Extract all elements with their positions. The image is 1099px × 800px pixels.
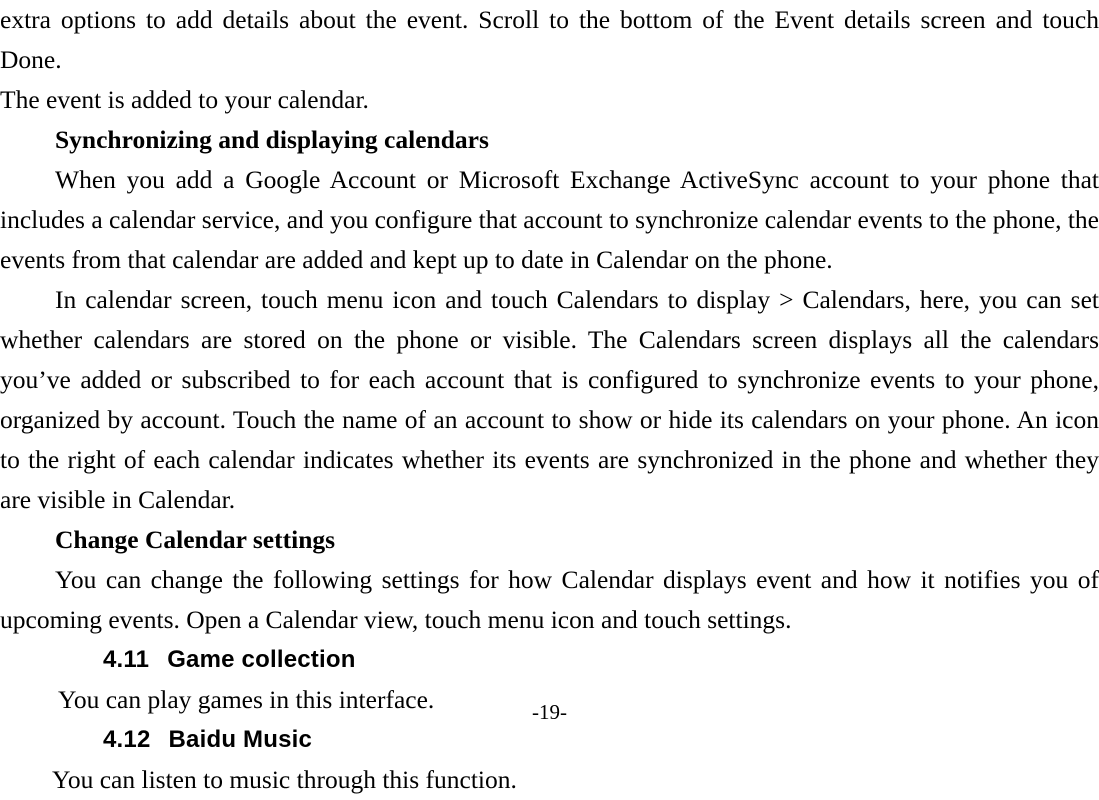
- section-heading-4-11: 4.11 Game collection: [0, 640, 1099, 680]
- section-title-game-collection: Game collection: [167, 646, 356, 673]
- paragraph-sync-accounts: When you add a Google Account or Microso…: [0, 165, 1099, 274]
- section-number-4-12: 4.12: [103, 726, 151, 753]
- section-heading-4-12: 4.12 Baidu Music: [0, 720, 1099, 760]
- page-number: -19-: [532, 700, 567, 724]
- paragraph-calendar-screen: In calendar screen, touch menu icon and …: [0, 285, 1099, 514]
- document-page: extra options to add details about the e…: [0, 0, 1099, 794]
- section-number-4-11: 4.11: [103, 646, 150, 673]
- paragraph-event-added: The event is added to your calendar.: [0, 85, 369, 114]
- heading-synchronizing-displaying-calendars: Synchronizing and displaying calendars: [55, 125, 489, 154]
- section-title-baidu-music: Baidu Music: [168, 726, 313, 753]
- paragraph-intro-continuation: extra options to add details about the e…: [0, 5, 1099, 74]
- paragraph-change-settings: You can change the following settings fo…: [0, 565, 1099, 634]
- paragraph-baidu-music-body: You can listen to music through this fun…: [52, 765, 517, 794]
- heading-change-calendar-settings: Change Calendar settings: [55, 525, 336, 554]
- page-content: extra options to add details about the e…: [0, 0, 1099, 800]
